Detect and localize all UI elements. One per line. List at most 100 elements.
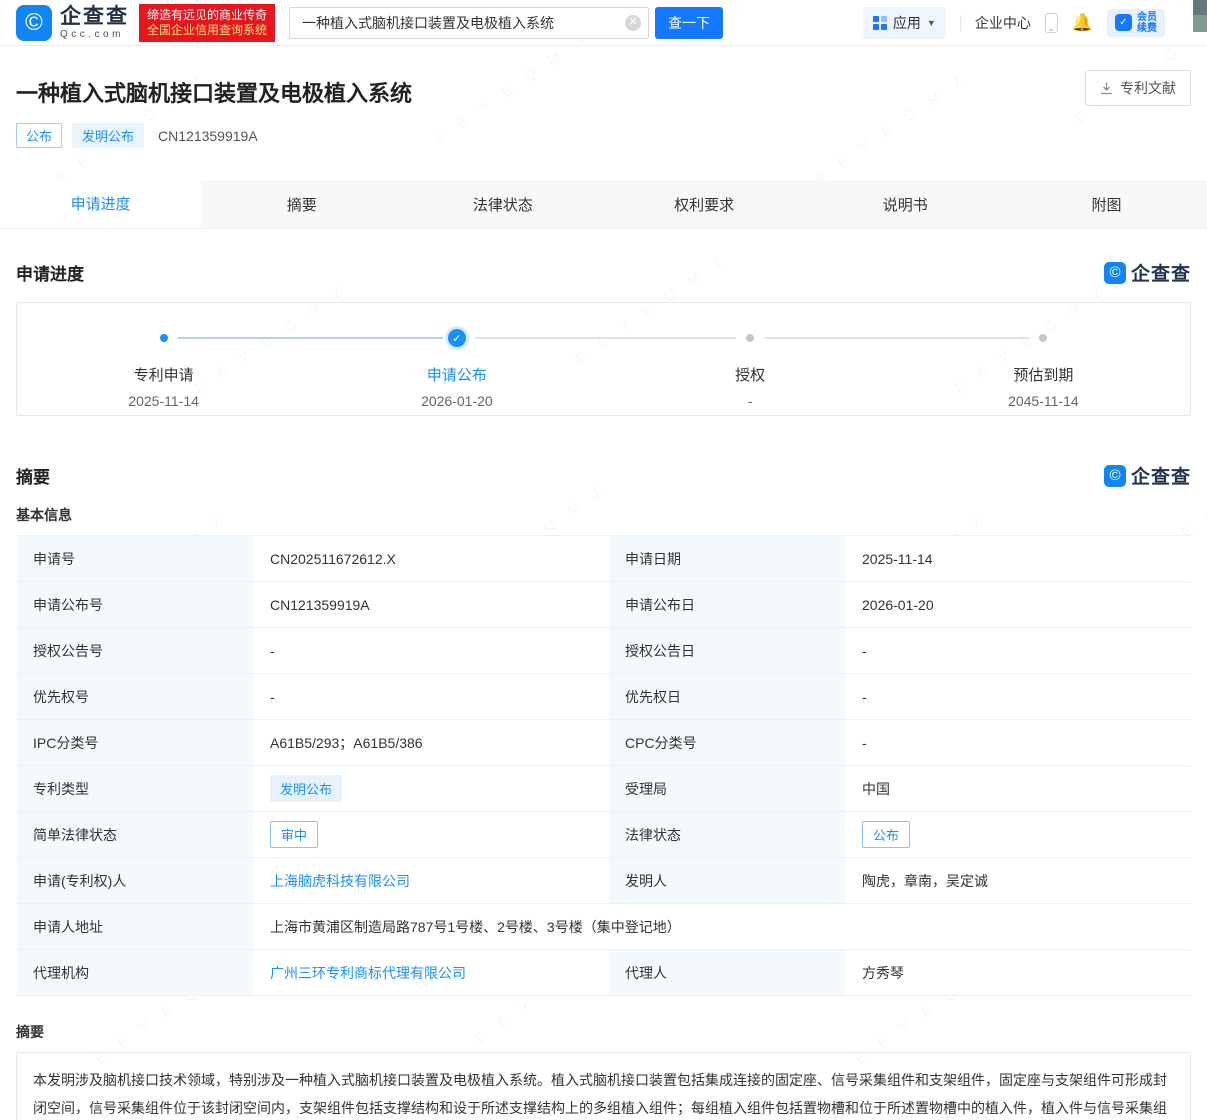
qcc-brand-mark: © 企查查: [1103, 259, 1191, 286]
patent-title-section: 一种植入式脑机接口装置及电极植入系统 公布 发明公布 CN121359919A …: [0, 46, 1207, 148]
field-label: 代理人: [608, 949, 846, 996]
patent-document-label: 专利文献: [1120, 80, 1176, 96]
table-row: 代理机构 广州三环专利商标代理有限公司 代理人 方秀琴: [16, 949, 1191, 996]
slogan-line2: 全国企业信用查询系统: [147, 22, 268, 37]
timeline-dot-done: [159, 334, 168, 342]
field-value: -: [253, 627, 609, 674]
qcc-logo-name: 企查查: [60, 4, 129, 28]
timeline-step-label: 专利申请: [133, 367, 194, 384]
qcc-logo-icon: ©: [16, 4, 52, 41]
table-row: 授权公告号 - 授权公告日 -: [16, 627, 1191, 674]
field-value: -: [845, 627, 1191, 674]
field-label: 法律状态: [608, 811, 846, 858]
table-row: 简单法律状态 审中 法律状态 公布: [16, 811, 1191, 858]
table-row: 申请号 CN202511672612.X 申请日期 2025-11-14: [16, 535, 1191, 582]
timeline-step-label: 授权: [735, 367, 766, 384]
timeline-segment-pending: [474, 337, 737, 339]
basic-info-heading: 基本信息: [16, 507, 72, 523]
qcc-logo[interactable]: © 企查查 Qcc.com: [16, 4, 129, 41]
type-badge: 发明公布: [72, 123, 145, 148]
table-row: IPC分类号 A61B5/293；A61B5/386 CPC分类号 -: [16, 719, 1191, 766]
mobile-app-icon[interactable]: [1044, 12, 1058, 33]
apps-label: 应用: [892, 14, 921, 31]
agency-company-link[interactable]: 广州三环专利商标代理有限公司: [270, 965, 466, 981]
timeline-step-date: -: [747, 393, 753, 409]
field-label: 申请号: [16, 535, 254, 582]
field-label: 申请公布号: [16, 581, 254, 628]
publication-number: CN121359919A: [158, 127, 258, 144]
field-value: 审中: [253, 811, 609, 858]
timeline-step-date: 2025-11-14: [128, 393, 199, 409]
status-badge: 公布: [16, 123, 63, 148]
member-badge-icon: ✓: [1115, 14, 1132, 31]
field-label: 专利类型: [16, 765, 254, 812]
top-header: © 企查查 Qcc.com 缔造有远见的商业传奇 全国企业信用查询系统 ✕ 查一…: [0, 0, 1207, 46]
qcc-logo-domain: Qcc.com: [60, 28, 124, 40]
qcc-mini-icon: ©: [1103, 261, 1126, 284]
progress-section-title: 申请进度: [16, 265, 84, 284]
field-label: 简单法律状态: [16, 811, 254, 858]
member-line1: 会员: [1137, 11, 1157, 23]
timeline-dot-pending: [1039, 334, 1048, 342]
apps-grid-icon: [872, 15, 887, 30]
field-value: 上海市黄浦区制造局路787号1号楼、2号楼、3号楼（集中登记地）: [253, 903, 1191, 950]
field-value: 陶虎，章南，吴定诚: [845, 857, 1191, 904]
abstract-heading: 摘要: [16, 1024, 44, 1040]
scrollbar-thumb[interactable]: [1193, 0, 1207, 32]
member-line2: 续费: [1137, 22, 1157, 34]
field-label: 申请(专利权)人: [16, 857, 254, 904]
field-label: CPC分类号: [608, 719, 846, 766]
field-label: 申请人地址: [16, 903, 254, 950]
search-button[interactable]: 查一下: [655, 6, 724, 39]
member-renew-button[interactable]: ✓ 会员 续费: [1107, 8, 1165, 37]
timeline-step-publication: ✓ 申请公布 2026-01-20: [310, 303, 603, 415]
field-label: 代理机构: [16, 949, 254, 996]
enterprise-center-link[interactable]: 企业中心: [975, 13, 1031, 33]
apps-menu-button[interactable]: 应用 ▼: [862, 6, 946, 39]
patent-info-table: 申请号 CN202511672612.X 申请日期 2025-11-14 申请公…: [16, 535, 1191, 996]
timeline-step-filing: 专利申请 2025-11-14: [17, 303, 310, 415]
qcc-mini-name: 企查查: [1130, 264, 1191, 285]
tab-application-progress[interactable]: 申请进度: [0, 180, 202, 228]
field-value: 上海脑虎科技有限公司: [253, 857, 609, 904]
tab-description[interactable]: 说明书: [805, 180, 1006, 228]
field-label: 授权公告号: [16, 627, 254, 674]
field-value: A61B5/293；A61B5/386: [253, 719, 609, 766]
tab-figures[interactable]: 附图: [1006, 180, 1207, 228]
qcc-mini-name: 企查查: [1130, 467, 1191, 488]
download-icon: [1100, 82, 1113, 95]
tab-summary[interactable]: 摘要: [201, 180, 402, 228]
applicant-company-link[interactable]: 上海脑虎科技有限公司: [270, 873, 410, 889]
timeline-step-grant: 授权 -: [604, 303, 897, 415]
field-label: 发明人: [608, 857, 846, 904]
search-area: ✕ 查一下: [289, 6, 724, 39]
tab-claims[interactable]: 权利要求: [604, 180, 805, 228]
summary-section-title: 摘要: [16, 468, 50, 487]
divider: [959, 14, 961, 31]
timeline-segment-done: [177, 337, 443, 339]
brand-slogan: 缔造有远见的商业传奇 全国企业信用查询系统: [139, 3, 276, 42]
notifications-bell-icon[interactable]: 🔔: [1072, 13, 1093, 33]
search-input[interactable]: [289, 6, 650, 39]
tab-legal-status[interactable]: 法律状态: [402, 180, 603, 228]
timeline-step-expiry: 预估到期 2045-11-14: [897, 303, 1190, 415]
field-value: -: [845, 719, 1191, 766]
timeline-step-label: 预估到期: [1013, 367, 1074, 384]
qcc-mini-icon: ©: [1103, 464, 1126, 487]
table-row: 申请人地址 上海市黄浦区制造局路787号1号楼、2号楼、3号楼（集中登记地）: [16, 903, 1191, 950]
abstract-text: 本发明涉及脑机接口技术领域，特别涉及一种植入式脑机接口装置及电极植入系统。植入式…: [16, 1052, 1191, 1120]
legal-status-badge: 公布: [862, 821, 911, 848]
timeline-step-label: 申请公布: [426, 367, 487, 384]
qcc-brand-mark: © 企查查: [1103, 462, 1191, 489]
field-value: 中国: [845, 765, 1191, 812]
table-row: 申请公布号 CN121359919A 申请公布日 2026-01-20: [16, 581, 1191, 628]
field-value: 公布: [845, 811, 1191, 858]
timeline-step-date: 2026-01-20: [421, 393, 493, 409]
clear-search-icon[interactable]: ✕: [625, 14, 642, 31]
field-value: CN121359919A: [253, 581, 609, 628]
field-label: IPC分类号: [16, 719, 254, 766]
field-value: 方秀琴: [845, 949, 1191, 996]
field-value: 广州三环专利商标代理有限公司: [253, 949, 609, 996]
patent-document-button[interactable]: 专利文献: [1085, 70, 1191, 106]
field-value: CN202511672612.X: [253, 535, 609, 582]
